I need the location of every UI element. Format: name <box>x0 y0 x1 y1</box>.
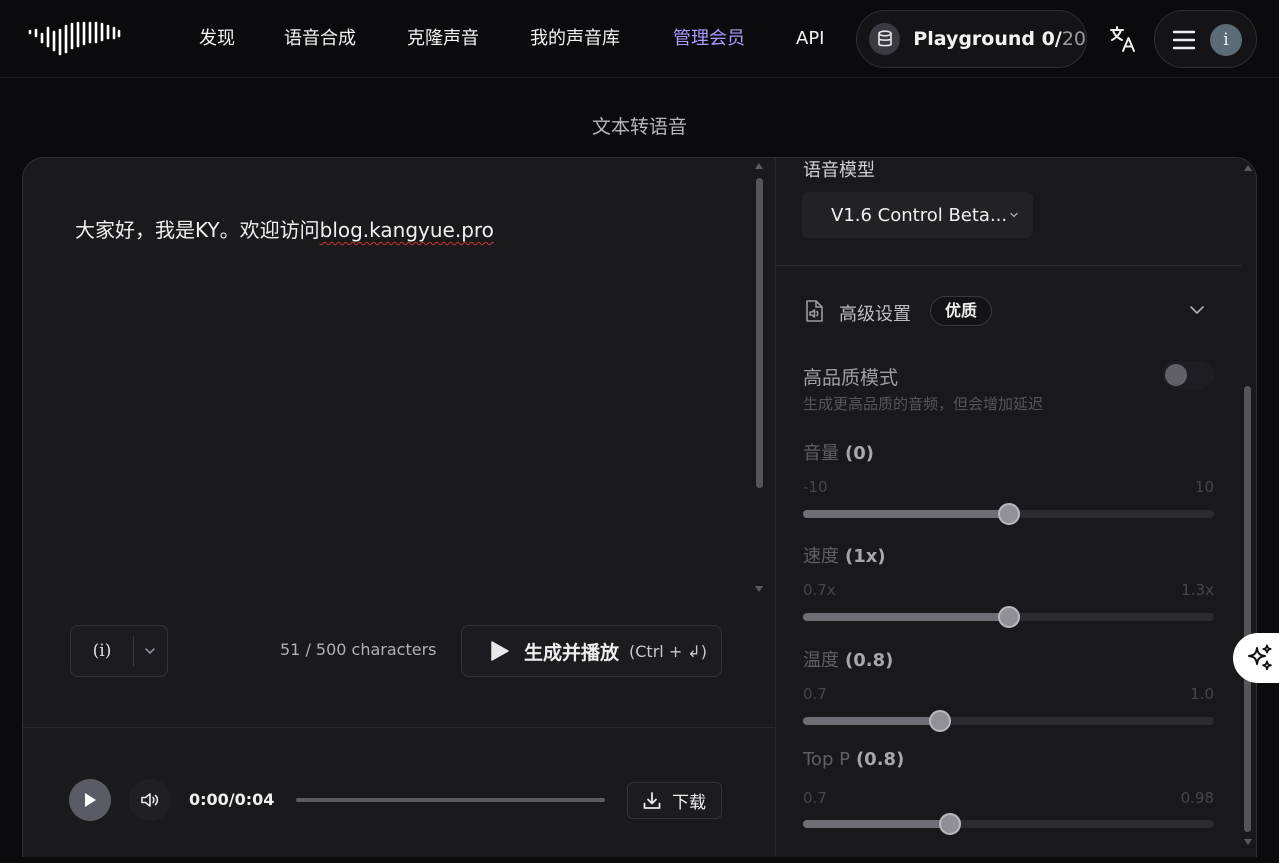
player-divider <box>23 727 775 728</box>
temperature-max: 1.0 <box>1190 685 1214 703</box>
volume-button[interactable] <box>129 779 171 821</box>
top-p-label: Top P <box>803 749 850 770</box>
advanced-settings-label: 高级设置 <box>839 304 911 325</box>
editor-scrollbar[interactable] <box>756 178 763 488</box>
volume-title: 音量 (0) <box>803 439 874 465</box>
account-menu-button[interactable]: i <box>1154 10 1257 68</box>
voice-model-label: 语音模型 <box>803 160 875 181</box>
generate-label: 生成并播放 <box>524 641 620 664</box>
text-input-url: blog.kangyue.pro <box>319 218 494 242</box>
top-p-slider-thumb[interactable] <box>938 813 961 835</box>
temperature-slider-fill <box>803 717 940 725</box>
playback-time: 0:00/0:04 <box>189 790 275 809</box>
speed-slider[interactable] <box>803 606 1214 628</box>
volume-min: -10 <box>803 478 828 496</box>
top-p-value: (0.8) <box>855 749 905 770</box>
speaker-icon <box>141 793 159 807</box>
volume-slider-fill <box>803 510 1009 518</box>
logo-icon[interactable] <box>27 20 121 56</box>
top-p-slider[interactable] <box>803 813 1214 835</box>
info-dropdown: (i) <box>70 625 168 677</box>
top-p-max: 0.98 <box>1180 789 1214 807</box>
temperature-value: (0.8) <box>845 650 894 671</box>
speed-min: 0.7x <box>803 581 836 599</box>
character-count: 51 / 500 characters <box>280 640 437 659</box>
info-button[interactable]: (i) <box>71 626 133 676</box>
generate-and-play-button[interactable]: 生成并播放 (Ctrl + ↲) <box>461 625 722 677</box>
play-icon <box>85 793 96 807</box>
settings-scrollbar[interactable] <box>1244 386 1251 832</box>
top-p-slider-fill <box>803 820 950 828</box>
avatar[interactable]: i <box>1210 24 1242 56</box>
ai-assistant-button[interactable] <box>1233 633 1279 683</box>
hq-mode-label: 高品质模式 <box>803 367 899 389</box>
hq-mode-toggle[interactable] <box>1162 361 1214 389</box>
play-icon <box>491 641 509 661</box>
text-input-content: 大家好，我是KY。欢迎访问 <box>75 218 320 242</box>
top-p-title: Top P (0.8) <box>803 749 904 770</box>
tts-card: 大家好，我是KY。欢迎访问blog.kangyue.pro (i) 51 / 5… <box>22 157 1257 857</box>
temperature-title: 温度 (0.8) <box>803 646 893 672</box>
volume-max: 10 <box>1194 478 1214 496</box>
speed-max: 1.3x <box>1181 581 1214 599</box>
hq-mode-toggle-knob <box>1165 364 1187 386</box>
quality-badge: 优质 <box>930 296 993 326</box>
translate-icon[interactable] <box>1108 24 1138 54</box>
playground-label: Playground 0/20 <box>913 28 1086 50</box>
scroll-down-arrow-icon[interactable] <box>1243 838 1253 846</box>
info-divider <box>133 636 134 666</box>
page-title: 文本转语音 <box>591 116 687 138</box>
audio-play-button[interactable] <box>69 779 111 821</box>
nav-api[interactable]: API <box>796 27 824 51</box>
nav-speech-synthesis[interactable]: 语音合成 <box>284 27 356 51</box>
speed-value: (1x) <box>845 546 886 567</box>
top-nav-bar: 发现 语音合成 克隆声音 我的声音库 管理会员 API Playground 0… <box>0 0 1279 78</box>
temperature-min: 0.7 <box>803 685 827 703</box>
hamburger-icon[interactable] <box>1172 29 1196 51</box>
voice-model-value: V1.6 Control Beta... <box>831 204 1007 226</box>
playground-credits-button[interactable]: Playground 0/20 <box>856 10 1087 68</box>
chevron-down-icon[interactable] <box>1189 304 1205 316</box>
playground-used: 0/ <box>1041 28 1062 50</box>
nav-voice-clone[interactable]: 克隆声音 <box>407 27 479 51</box>
volume-value: (0) <box>845 443 874 464</box>
scroll-down-arrow-icon[interactable] <box>754 585 764 593</box>
playground-title: Playground <box>913 28 1036 50</box>
settings-divider <box>776 265 1242 266</box>
speed-slider-thumb[interactable] <box>997 606 1020 628</box>
scroll-up-arrow-icon[interactable] <box>1243 164 1253 172</box>
download-button[interactable]: 下载 <box>627 782 722 819</box>
temperature-slider-thumb[interactable] <box>928 710 951 732</box>
nav-manage-membership[interactable]: 管理会员 <box>673 27 745 51</box>
volume-slider[interactable] <box>803 503 1214 525</box>
database-icon <box>869 23 901 55</box>
download-icon <box>643 791 661 809</box>
generate-shortcut: (Ctrl + ↲) <box>629 641 707 661</box>
voice-model-select[interactable]: V1.6 Control Beta... <box>802 192 1033 238</box>
volume-label: 音量 <box>803 443 839 464</box>
chevron-down-icon[interactable] <box>143 645 157 657</box>
top-p-min: 0.7 <box>803 789 827 807</box>
nav-discover[interactable]: 发现 <box>199 27 235 51</box>
playback-progress-bar[interactable] <box>296 798 605 802</box>
chevron-down-icon <box>1010 212 1018 218</box>
speed-label: 速度 <box>803 546 839 567</box>
editor-pane: 大家好，我是KY。欢迎访问blog.kangyue.pro (i) 51 / 5… <box>23 158 775 857</box>
playground-total: 20 <box>1061 28 1086 50</box>
settings-pane: 语音模型 V1.6 Control Beta... 高级设置 优质 高品质模式 … <box>776 158 1256 857</box>
speed-slider-fill <box>803 613 1009 621</box>
speed-title: 速度 (1x) <box>803 542 886 568</box>
nav-my-voice-library[interactable]: 我的声音库 <box>530 27 620 51</box>
temperature-slider[interactable] <box>803 710 1214 732</box>
scroll-up-arrow-icon[interactable] <box>754 162 764 170</box>
download-label: 下载 <box>672 793 706 813</box>
text-input[interactable]: 大家好，我是KY。欢迎访问blog.kangyue.pro <box>75 214 494 243</box>
temperature-label: 温度 <box>803 650 839 671</box>
audio-file-icon <box>806 300 823 322</box>
volume-slider-thumb[interactable] <box>997 503 1020 525</box>
sparkles-icon <box>1248 644 1272 671</box>
hq-mode-description: 生成更高品质的音频，但会增加延迟 <box>803 395 1044 413</box>
